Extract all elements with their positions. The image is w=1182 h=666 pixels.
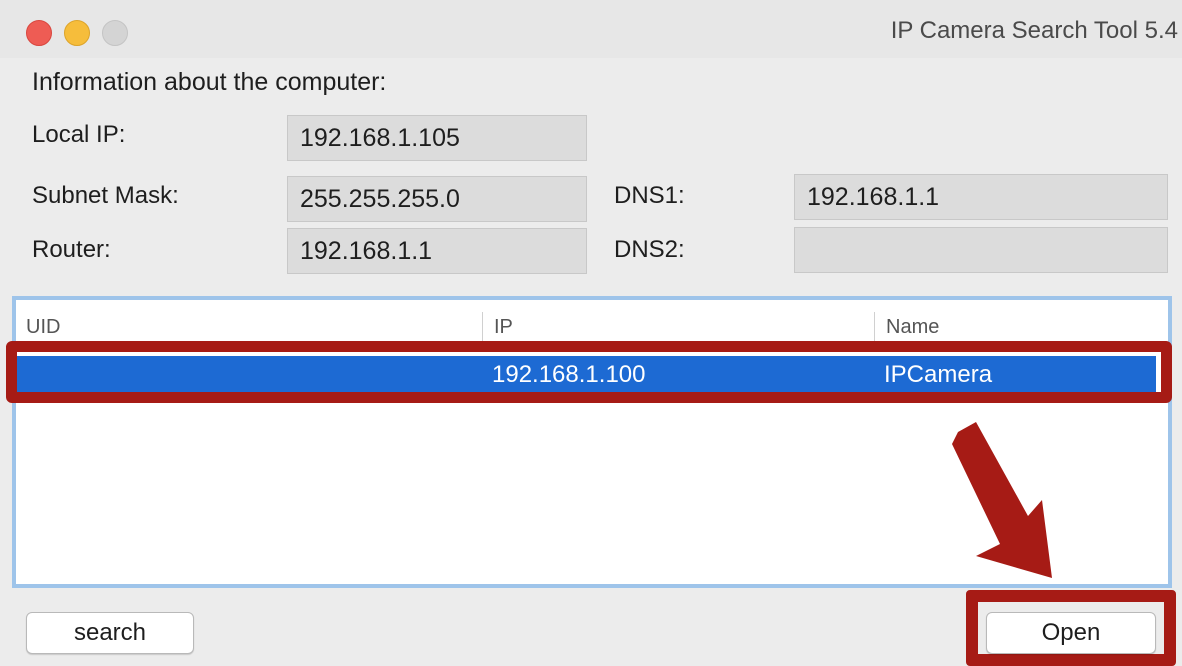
dns1-label: DNS1: — [614, 182, 685, 209]
column-separator — [874, 312, 875, 342]
subnet-mask-label: Subnet Mask: — [32, 182, 179, 209]
search-button[interactable]: search — [26, 612, 194, 654]
subnet-mask-field[interactable]: 255.255.255.0 — [287, 176, 587, 222]
dns1-field[interactable]: 192.168.1.1 — [794, 174, 1168, 220]
column-header-ip[interactable]: IP — [494, 316, 513, 339]
device-list-header: UID IP Name — [16, 300, 1168, 345]
computer-info-heading: Information about the computer: — [32, 68, 387, 96]
column-header-uid[interactable]: UID — [26, 316, 60, 339]
minimize-window-icon[interactable] — [64, 20, 90, 46]
column-separator — [482, 312, 483, 342]
local-ip-field[interactable]: 192.168.1.105 — [287, 115, 587, 161]
title-bar: IP Camera Search Tool 5.4 — [0, 0, 1182, 58]
open-button[interactable]: Open — [986, 612, 1156, 654]
down-left-arrow-icon — [952, 422, 1052, 578]
router-field[interactable]: 192.168.1.1 — [287, 228, 587, 274]
router-label: Router: — [32, 236, 111, 263]
zoom-window-icon[interactable] — [102, 20, 128, 46]
row-highlight-annotation — [6, 341, 1172, 403]
column-header-name[interactable]: Name — [886, 316, 939, 339]
dns2-field[interactable] — [794, 227, 1168, 273]
window-title: IP Camera Search Tool 5.4 — [890, 17, 1178, 44]
local-ip-label: Local IP: — [32, 121, 126, 148]
main-window: IP Camera Search Tool 5.4 Information ab… — [0, 0, 1182, 666]
close-window-icon[interactable] — [26, 20, 52, 46]
dns2-label: DNS2: — [614, 236, 685, 263]
